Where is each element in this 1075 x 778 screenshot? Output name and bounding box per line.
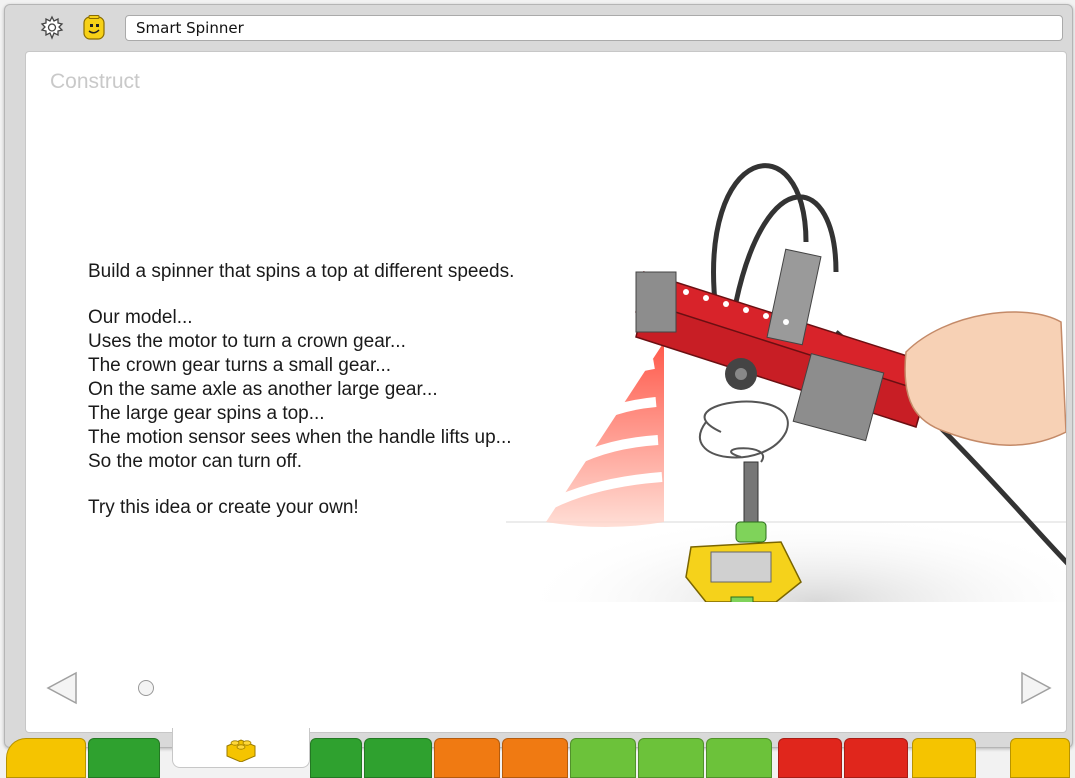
sensor-beam: [546, 342, 664, 527]
project-title-field[interactable]: Smart Spinner: [125, 15, 1063, 41]
palette-block-motor[interactable]: [310, 738, 362, 778]
palette-block-flow[interactable]: [912, 738, 976, 778]
gear-icon[interactable]: [39, 15, 65, 41]
spinning-top: [685, 400, 802, 602]
palette-block-number[interactable]: [638, 738, 704, 778]
palette-block-wait[interactable]: [778, 738, 842, 778]
previous-page-button[interactable]: [44, 670, 80, 710]
palette-block-sound[interactable]: [502, 738, 568, 778]
handle-assembly: [635, 248, 927, 442]
triangle-right-icon: [1021, 671, 1052, 705]
palette-tab[interactable]: [172, 728, 310, 768]
palette-block-number[interactable]: [570, 738, 636, 778]
app-window: Smart Spinner Construct Build a spinner …: [4, 4, 1073, 748]
content-panel: Construct Build a spinner that spins a t…: [25, 51, 1067, 733]
palette-block-motor[interactable]: [88, 738, 160, 778]
palette-block-start[interactable]: [6, 738, 86, 778]
palette-block-sound[interactable]: [434, 738, 500, 778]
lego-brick-icon: [226, 738, 256, 762]
palette-block-motor[interactable]: [364, 738, 432, 778]
palette-block-flow[interactable]: [1010, 738, 1070, 778]
model-illustration: [506, 163, 1066, 602]
hand: [904, 311, 1066, 446]
triangle-left-icon: [46, 671, 77, 705]
title-bar: Smart Spinner: [5, 5, 1072, 49]
next-page-button[interactable]: [1018, 670, 1054, 710]
minifig-face-icon[interactable]: [81, 15, 107, 41]
page-indicator-dot[interactable]: [138, 680, 154, 696]
block-palette: [0, 708, 1075, 778]
palette-block-wait[interactable]: [844, 738, 908, 778]
section-label: Construct: [50, 70, 140, 93]
palette-block-display[interactable]: [706, 738, 772, 778]
